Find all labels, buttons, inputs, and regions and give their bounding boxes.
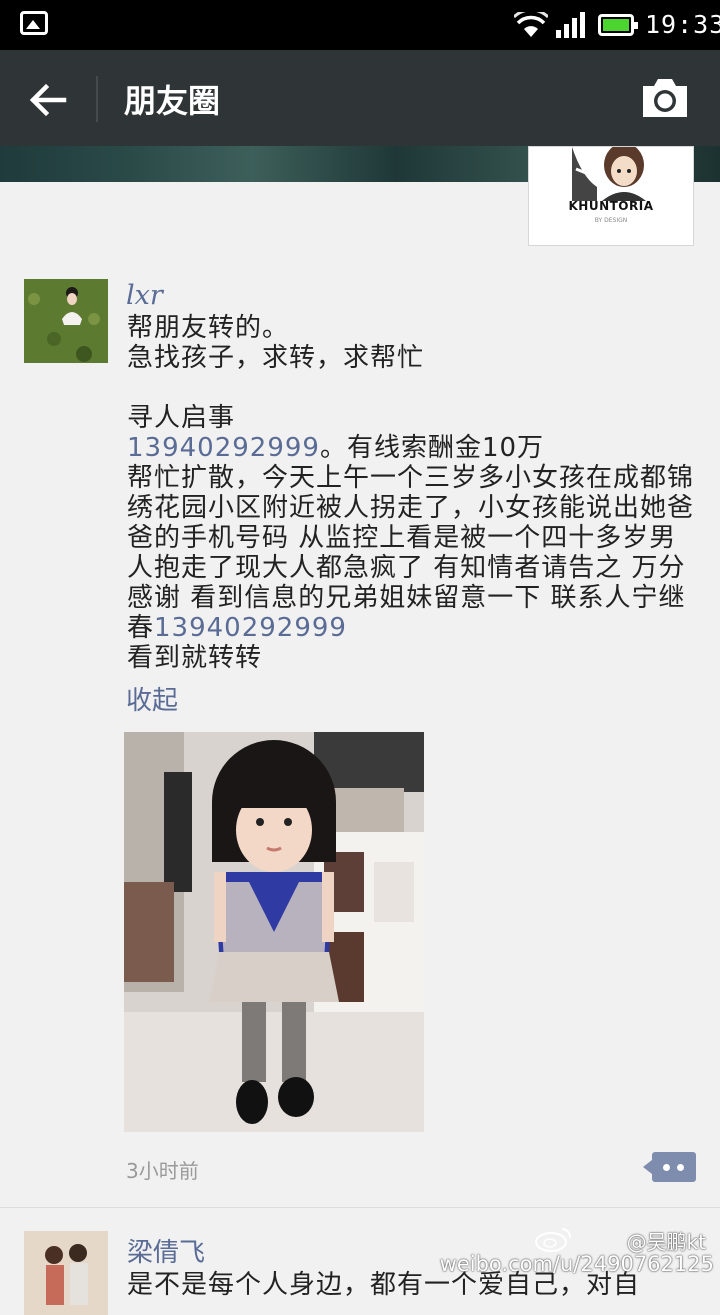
weibo-logo-icon bbox=[535, 1228, 571, 1252]
post-text-line: 看到就转转 bbox=[127, 643, 263, 673]
avatar-illustration bbox=[572, 147, 646, 201]
signal-icon bbox=[556, 12, 585, 38]
my-avatar[interactable]: KHUNTORIA BY DESIGN bbox=[528, 146, 694, 246]
post-divider bbox=[0, 1207, 720, 1208]
comment-dot bbox=[677, 1164, 684, 1171]
avatar-photo bbox=[24, 1231, 108, 1315]
post-text-line: 。有线索酬金10万 bbox=[319, 433, 545, 463]
phone-link[interactable]: 13940292999 bbox=[127, 433, 320, 463]
post-text-line: 急找孩子，求转，求帮忙 bbox=[127, 343, 425, 373]
post-avatar[interactable] bbox=[24, 279, 108, 363]
photo-child bbox=[124, 732, 424, 1132]
camera-icon[interactable] bbox=[640, 76, 690, 120]
post-timestamp: 3小时前 bbox=[126, 1159, 199, 1183]
comment-dot bbox=[663, 1164, 670, 1171]
battery-icon bbox=[598, 14, 638, 36]
post-avatar[interactable] bbox=[24, 1231, 108, 1315]
watermark: @吴鹏kt weibo.com/u/2490762125 bbox=[440, 1226, 714, 1280]
image-notification-icon bbox=[20, 11, 48, 35]
page-title: 朋友圈 bbox=[124, 82, 221, 120]
header-divider bbox=[96, 76, 98, 122]
post-username[interactable]: lxr bbox=[126, 280, 163, 311]
status-time: 19:33 bbox=[645, 10, 720, 39]
arrow-left-icon[interactable] bbox=[28, 80, 68, 120]
wifi-icon bbox=[514, 12, 548, 37]
post-photo[interactable] bbox=[124, 732, 424, 1132]
header-bar: 朋友圈 bbox=[0, 50, 720, 146]
watermark-handle: @吴鹏kt bbox=[626, 1230, 706, 1254]
post-text-line: 寻人启事 bbox=[127, 403, 236, 433]
comment-dots-icon[interactable] bbox=[643, 1152, 696, 1182]
status-bar: 19:33 bbox=[0, 0, 720, 50]
post-text: 帮朋友转的。 急找孩子，求转，求帮忙 寻人启事 13940292999。有线索酬… bbox=[127, 313, 699, 673]
watermark-url: weibo.com/u/2490762125 bbox=[439, 1252, 714, 1276]
avatar-photo bbox=[24, 279, 108, 363]
avatar-logo-text: KHUNTORIA bbox=[568, 199, 654, 213]
post-text-line: 帮朋友转的。 bbox=[127, 313, 290, 343]
avatar-logo-subtext: BY DESIGN bbox=[594, 217, 628, 224]
phone-link[interactable]: 13940292999 bbox=[154, 613, 347, 643]
collapse-link[interactable]: 收起 bbox=[126, 680, 178, 717]
